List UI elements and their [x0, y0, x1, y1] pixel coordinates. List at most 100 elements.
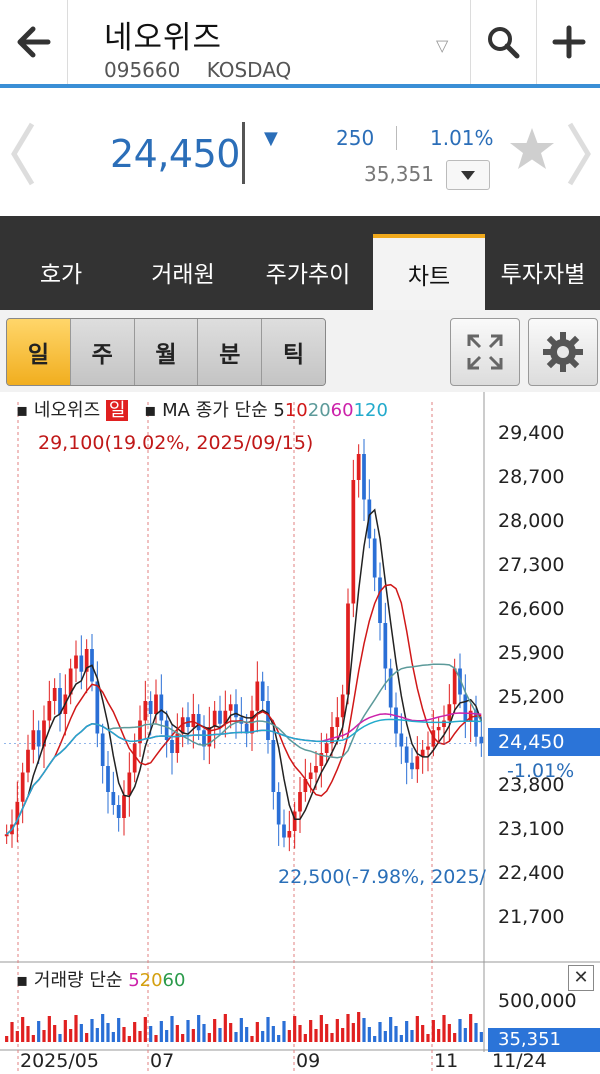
volume-bar [367, 1027, 371, 1042]
volume-bar [261, 1031, 265, 1042]
back-button[interactable] [0, 0, 68, 84]
candle-body [95, 681, 100, 734]
period-tick[interactable]: 틱 [262, 319, 325, 385]
volume-bar [79, 1024, 83, 1042]
volume-bar [191, 1029, 195, 1042]
volume-bar [442, 1015, 446, 1042]
volume-bar [394, 1026, 398, 1042]
volume-bar [474, 1023, 478, 1042]
volume-legend-label: 거래량 단순 [33, 970, 123, 991]
volume-bar [58, 1034, 62, 1042]
candle-body [394, 707, 398, 734]
period-week[interactable]: 주 [70, 319, 135, 385]
plus-icon [552, 25, 585, 59]
candle-body [351, 480, 356, 604]
volume-bar [154, 1035, 158, 1042]
period-minute[interactable]: 분 [198, 319, 263, 385]
volume-bar [181, 1034, 185, 1042]
volume-bar [133, 1022, 137, 1042]
candle-body [20, 772, 25, 802]
candle-body [212, 710, 217, 727]
tab-chart[interactable]: 차트 [373, 234, 485, 310]
volume-bar [53, 1025, 57, 1042]
stock-code: 095660 [104, 58, 181, 82]
volume-bar [282, 1021, 286, 1042]
candle-body [479, 736, 484, 744]
volume-bar [410, 1030, 414, 1042]
tab-orderbook[interactable]: 호가 [0, 234, 122, 310]
fullscreen-button[interactable] [450, 318, 520, 386]
tab-brokers[interactable]: 거래원 [122, 234, 244, 310]
volume-bar [325, 1024, 329, 1042]
volume-bar [378, 1022, 382, 1042]
volume-bar [319, 1015, 323, 1042]
candle-body [362, 454, 366, 500]
caret-down-icon [461, 171, 475, 180]
volume-bar [26, 1026, 30, 1042]
candle-body [47, 701, 52, 721]
stock-name[interactable]: 네오위즈 [104, 12, 222, 57]
volume-ma20: 20 [139, 970, 163, 991]
candle-body [463, 694, 468, 721]
settings-button[interactable] [528, 318, 598, 386]
volume-bar [5, 1036, 9, 1042]
search-icon [487, 27, 519, 59]
low-annotation: 22,500(-7.98%, 2025/ [278, 866, 486, 888]
tab-price-trend[interactable]: 주가추이 [244, 234, 372, 310]
candle-body [314, 766, 318, 773]
prev-stock-icon[interactable] [10, 122, 36, 186]
volume-bar [95, 1028, 99, 1042]
stock-detail-screen: 네오위즈 095660 KOSDAQ ▽ 24,450 ▼ 250 1.01% … [0, 0, 600, 1074]
period-selector: 일 주 월 분 틱 [6, 318, 326, 386]
candle-body [383, 623, 388, 669]
search-button[interactable] [470, 0, 534, 84]
candle-body [218, 710, 222, 724]
volume-bar [229, 1023, 233, 1042]
candle-body [170, 740, 174, 753]
y-tick: 25,900 [498, 642, 565, 664]
period-day[interactable]: 일 [7, 319, 71, 385]
stock-dropdown-icon[interactable]: ▽ [436, 36, 448, 55]
candle-body [388, 668, 393, 708]
volume-bar [207, 1033, 211, 1042]
candle-body [52, 688, 57, 701]
candle-body [122, 795, 126, 818]
volume-bar [21, 1017, 25, 1042]
y-tick: 28,700 [498, 466, 565, 488]
volume-bar [351, 1023, 355, 1042]
add-button[interactable] [536, 0, 600, 84]
candle-body [415, 756, 420, 770]
candle-body [271, 740, 276, 792]
volume-dropdown-button[interactable] [446, 160, 490, 190]
favorite-star-icon[interactable] [508, 126, 556, 172]
next-stock-icon[interactable] [566, 122, 592, 186]
y-tick: 22,400 [498, 862, 565, 884]
current-volume-tag: 35,351 [488, 1028, 600, 1052]
ma60-line [6, 712, 482, 835]
candle-body [159, 694, 164, 721]
volume-bar [426, 1034, 430, 1042]
x-tick: 09 [296, 1050, 321, 1072]
tab-investors[interactable]: 투자자별 [486, 234, 600, 310]
volume-bar [362, 1018, 366, 1042]
candle-body [452, 668, 457, 705]
candle-body [399, 733, 404, 747]
close-volume-panel-button[interactable]: ✕ [568, 965, 594, 991]
stock-meta: 095660 KOSDAQ [104, 58, 311, 82]
volume-bar [415, 1016, 419, 1042]
change-percent: 1.01% [430, 126, 494, 150]
y-tick: 27,300 [498, 554, 565, 576]
legend-ma60: 60 [330, 400, 354, 421]
period-month[interactable]: 월 [134, 319, 199, 385]
current-pct-label: -1.01% [507, 760, 575, 782]
volume-axis-tick: 500,000 [498, 990, 577, 1012]
volume-bar [111, 1032, 115, 1042]
candle-body [143, 701, 148, 721]
price-chart[interactable]: ▪ 네오위즈 일 ▪ MA 종가 단순 5102060120 29,100(19… [0, 392, 600, 1074]
y-tick: 23,100 [498, 818, 565, 840]
candle-body [26, 749, 30, 773]
candle-body [282, 824, 286, 838]
volume-bar [63, 1020, 67, 1042]
volume-bar [341, 1028, 345, 1042]
volume-bar [223, 1014, 227, 1042]
